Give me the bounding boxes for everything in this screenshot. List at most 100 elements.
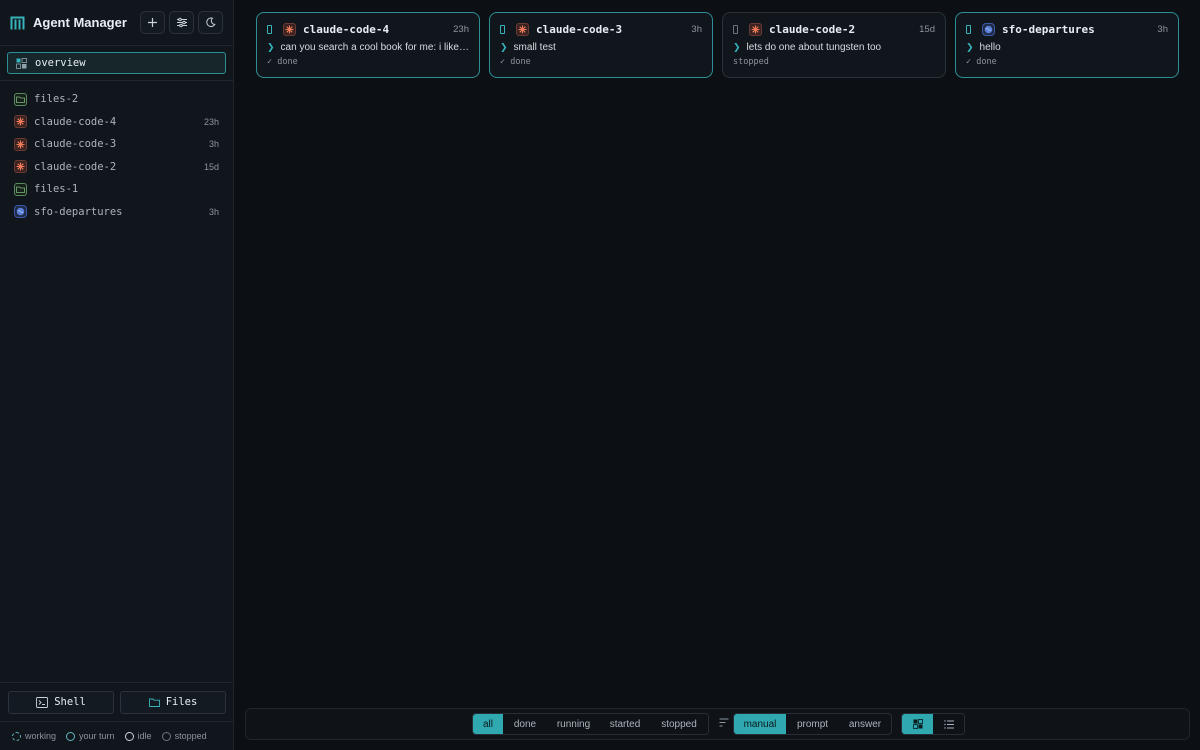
filter-started[interactable]: started <box>600 714 650 734</box>
sidebar-item-files-2[interactable]: files-2 <box>0 88 233 111</box>
sidebar-item-sfo-departures[interactable]: sfo-departures 3h <box>0 201 233 224</box>
view-toggle <box>901 713 965 735</box>
card-title: claude-code-2 <box>769 22 856 36</box>
sort-prompt[interactable]: prompt <box>786 714 839 734</box>
agent-card-claude-code-3[interactable]: claude-code-3 3h ❯ small test ✓ done <box>489 12 713 78</box>
agent-cards: claude-code-4 23h ❯ can you search a coo… <box>256 12 1179 78</box>
card-prompt: lets do one about tungsten too <box>746 41 882 53</box>
globe-icon <box>982 22 995 36</box>
folder-icon <box>14 92 27 106</box>
your-turn-status-icon <box>66 731 76 741</box>
card-prompt: small test <box>513 41 556 53</box>
sidebar-item-age: 23h <box>203 116 219 127</box>
overview-label: overview <box>35 57 86 69</box>
pin-icon[interactable] <box>267 24 272 34</box>
legend-label: working <box>25 731 57 741</box>
globe-icon <box>14 205 27 219</box>
sidebar-item-label: sfo-departures <box>34 205 123 218</box>
new-agent-button[interactable] <box>140 11 165 34</box>
sidebar-header: Agent Manager <box>0 0 233 46</box>
card-age: 3h <box>1157 23 1168 35</box>
shell-button[interactable]: Shell <box>8 690 114 714</box>
prompt-caret-icon: ❯ <box>500 41 508 52</box>
card-title: claude-code-4 <box>303 22 390 36</box>
moon-icon <box>206 17 216 28</box>
list-view-button[interactable] <box>933 714 964 734</box>
pin-icon[interactable] <box>966 24 971 34</box>
card-age: 23h <box>453 23 469 35</box>
prompt-caret-icon: ❯ <box>267 41 275 52</box>
status-filter: all done running started stopped <box>472 713 709 735</box>
card-prompt: can you search a cool book for me: i lik… <box>280 41 469 53</box>
card-status: ✓ done <box>966 57 997 67</box>
sidebar-item-claude-code-2[interactable]: claude-code-2 15d <box>0 156 233 179</box>
filter-all[interactable]: all <box>473 714 503 734</box>
idle-status-icon <box>124 731 134 741</box>
prompt-caret-icon: ❯ <box>733 41 741 52</box>
sort-selector: manual prompt answer <box>733 713 892 735</box>
sidebar-item-files-1[interactable]: files-1 <box>0 178 233 201</box>
sidebar-actions: Shell Files <box>0 682 234 721</box>
files-button[interactable]: Files <box>120 690 226 714</box>
legend-working: working <box>12 731 56 741</box>
card-title: claude-code-3 <box>536 22 623 36</box>
claude-icon <box>14 137 27 151</box>
sidebar-footer: Shell Files working your turn idle stopp… <box>0 682 234 750</box>
sidebar-item-label: claude-code-2 <box>34 160 117 173</box>
sidebar-item-label: claude-code-4 <box>34 115 117 128</box>
overview-grid-icon <box>16 57 27 69</box>
card-prompt: hello <box>979 41 1001 53</box>
sidebar-item-overview[interactable]: overview <box>7 52 226 74</box>
theme-toggle-button[interactable] <box>198 11 223 34</box>
filter-done[interactable]: done <box>503 714 547 734</box>
pin-icon[interactable] <box>733 24 738 34</box>
terminal-icon <box>36 696 49 708</box>
sort-icon <box>719 718 729 727</box>
sidebar-item-label: files-2 <box>34 93 79 106</box>
sidebar-item-age: 3h <box>208 139 219 150</box>
prompt-caret-icon: ❯ <box>966 41 974 52</box>
sidebar: Agent Manager overview files-2 claude-co… <box>0 0 234 750</box>
files-button-label: Files <box>165 696 198 708</box>
app-title: Agent Manager <box>33 15 127 30</box>
claude-icon <box>14 160 27 174</box>
stopped-status-icon <box>161 731 171 741</box>
agent-card-claude-code-4[interactable]: claude-code-4 23h ❯ can you search a coo… <box>256 12 480 78</box>
sidebar-item-age: 3h <box>208 206 219 217</box>
plus-icon <box>148 18 157 27</box>
claude-icon <box>749 22 762 36</box>
status-legend: working your turn idle stopped <box>0 721 234 750</box>
agent-card-sfo-departures[interactable]: sfo-departures 3h ❯ hello ✓ done <box>955 12 1179 78</box>
grid-view-icon <box>912 719 923 729</box>
sidebar-item-age: 15d <box>203 161 219 172</box>
card-age: 15d <box>919 23 935 35</box>
settings-button[interactable] <box>169 11 194 34</box>
sidebar-item-claude-code-4[interactable]: claude-code-4 23h <box>0 111 233 134</box>
card-age: 3h <box>691 23 702 35</box>
sort-manual[interactable]: manual <box>734 714 786 734</box>
claude-icon <box>283 22 296 36</box>
grid-view-button[interactable] <box>902 714 933 734</box>
list-view-icon <box>943 719 954 729</box>
filter-running[interactable]: running <box>547 714 600 734</box>
agent-list: files-2 claude-code-4 23h claude-code-3 … <box>0 81 233 223</box>
legend-idle: idle <box>124 731 152 741</box>
card-status: ✓ done <box>267 57 298 67</box>
legend-label: idle <box>137 731 152 741</box>
filter-stopped[interactable]: stopped <box>650 714 708 734</box>
card-status: stopped <box>733 57 769 67</box>
sidebar-item-label: claude-code-3 <box>34 138 117 151</box>
pin-icon[interactable] <box>500 24 505 34</box>
sort-answer[interactable]: answer <box>839 714 891 734</box>
legend-label: stopped <box>174 731 207 741</box>
legend-label: your turn <box>79 731 115 741</box>
sidebar-item-label: files-1 <box>34 183 79 196</box>
legend-stopped: stopped <box>161 731 207 741</box>
agent-manager-logo-icon <box>10 15 26 31</box>
sidebar-item-claude-code-3[interactable]: claude-code-3 3h <box>0 133 233 156</box>
folder-icon <box>148 698 160 707</box>
agent-card-claude-code-2[interactable]: claude-code-2 15d ❯ lets do one about tu… <box>722 12 946 78</box>
bottom-toolbar: all done running started stopped manual … <box>245 708 1190 740</box>
shell-button-label: Shell <box>54 696 86 708</box>
legend-your-turn: your turn <box>66 731 115 741</box>
